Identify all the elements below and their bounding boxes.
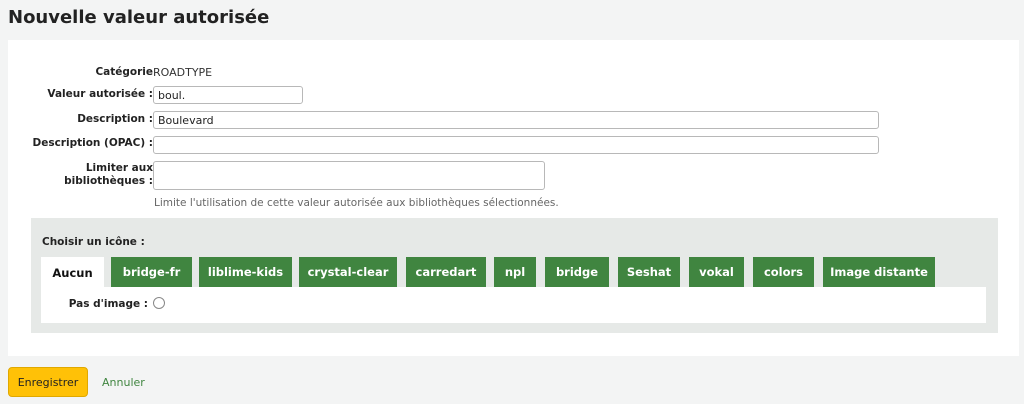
description-opac-label: Description (OPAC) : [32,137,153,149]
icon-chooser-title: Choisir un icône : [42,236,145,248]
tab-bridge[interactable]: bridge [545,257,609,287]
tab-bridge-fr[interactable]: bridge-fr [111,257,192,287]
description-label: Description : [77,113,153,125]
value-label: Valeur autorisée : [47,88,153,100]
form-panel: Catégorie ROADTYPE Valeur autorisée : De… [8,40,1019,356]
tab-vokal[interactable]: vokal [689,257,744,287]
libraries-label-line2: bibliothèques : [64,175,153,187]
category-value: ROADTYPE [153,66,213,79]
libraries-label: Limiter aux bibliothèques : [8,162,153,188]
category-label: Catégorie [95,66,153,78]
tab-colors[interactable]: colors [753,257,814,287]
tab-liblime-kids[interactable]: liblime-kids [199,257,292,287]
tab-image-distante[interactable]: Image distante [823,257,935,287]
save-button[interactable]: Enregistrer [8,367,88,397]
libraries-select[interactable] [153,161,545,190]
description-input[interactable] [153,111,879,129]
tab-npl[interactable]: npl [494,257,536,287]
cancel-link[interactable]: Annuler [102,376,145,389]
tab-crystal-clear[interactable]: crystal-clear [299,257,397,287]
description-opac-input[interactable] [153,136,879,154]
no-image-label: Pas d'image : [68,298,148,310]
libraries-label-line1: Limiter aux [85,162,153,174]
libraries-hint: Limite l'utilisation de cette valeur aut… [154,197,559,209]
tab-aucun[interactable]: Aucun [41,257,104,288]
icon-chooser: Choisir un icône : Aucun bridge-fr libli… [31,218,998,333]
authorised-value-input[interactable] [153,86,303,104]
tab-seshat[interactable]: Seshat [618,257,680,287]
icon-tab-pane: Pas d'image : [41,287,986,323]
no-image-radio[interactable] [153,297,165,309]
page-title: Nouvelle valeur autorisée [8,7,270,28]
tab-carredart[interactable]: carredart [406,257,486,287]
